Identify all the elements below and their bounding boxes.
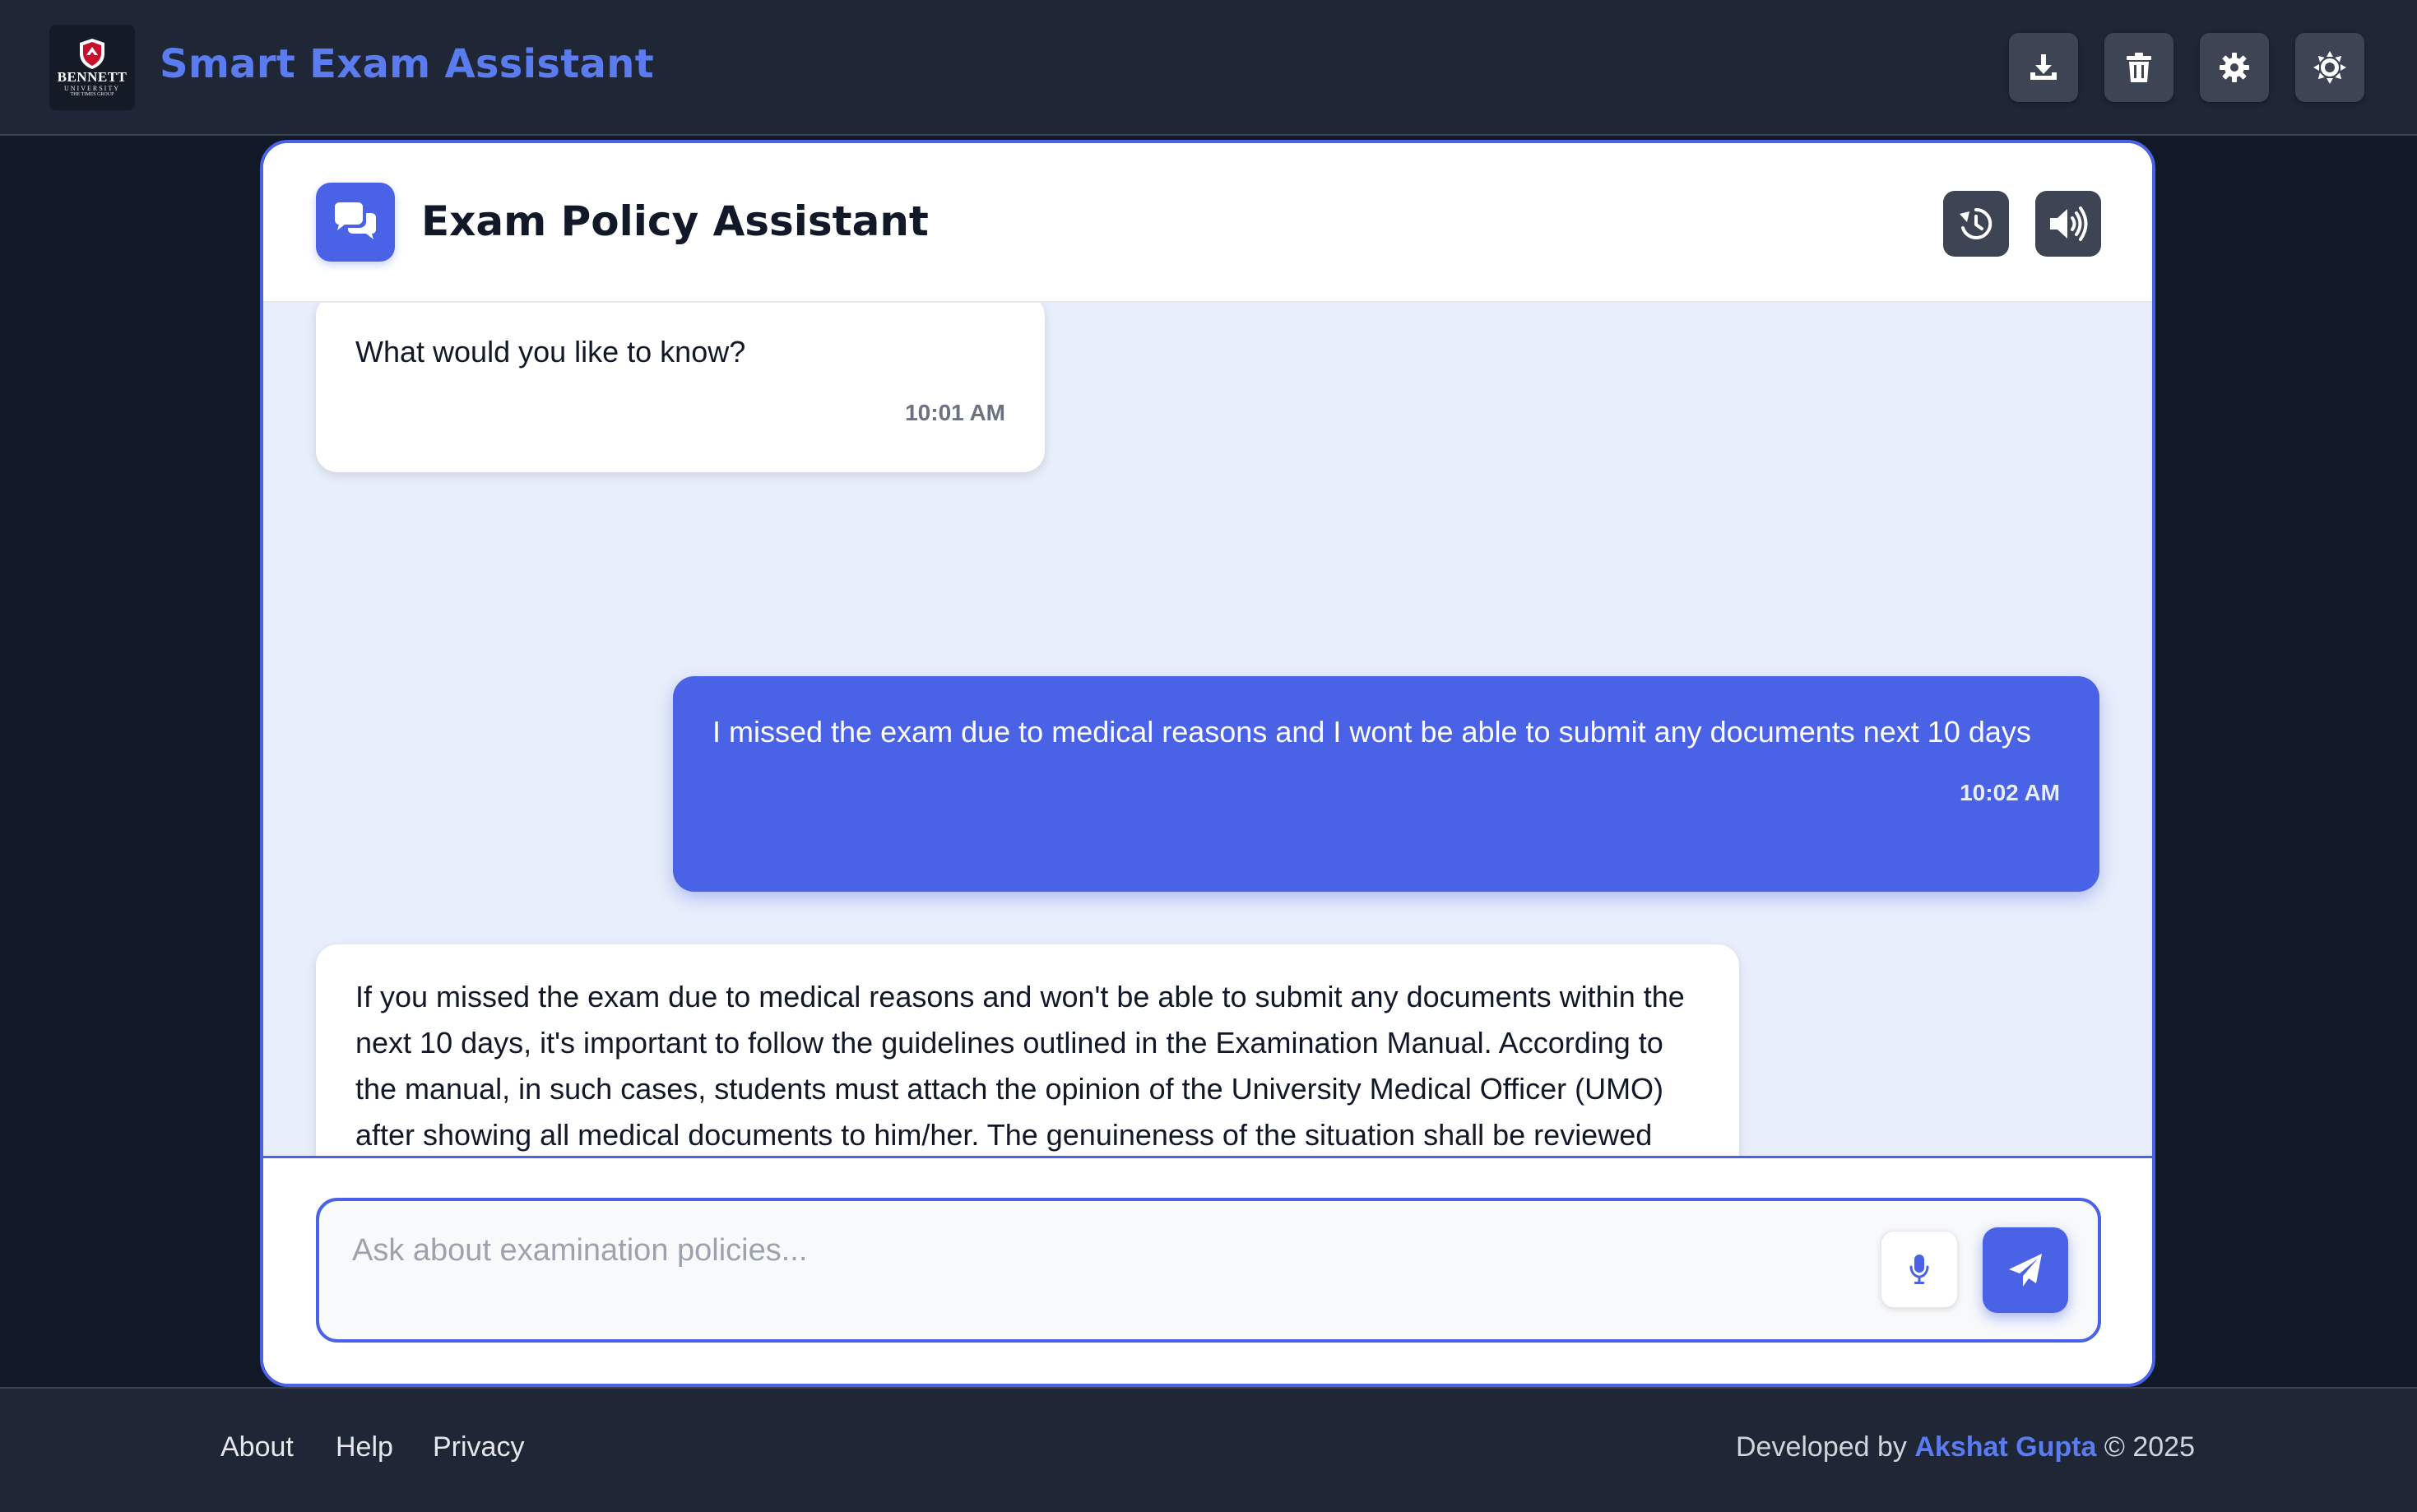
- footer-link-privacy[interactable]: Privacy: [433, 1431, 524, 1463]
- message-text: If you missed the exam due to medical re…: [355, 980, 1685, 1152]
- credit-prefix: Developed by: [1735, 1431, 1907, 1463]
- message-list[interactable]: What would you like to know? 10:01 AM I …: [263, 303, 2152, 1158]
- volume-icon: [2050, 206, 2088, 241]
- footer-link-help[interactable]: Help: [336, 1431, 393, 1463]
- gear-icon: [2220, 53, 2249, 82]
- university-logo: BENNETT UNIVERSITY THE TIMES GROUP: [49, 25, 135, 110]
- credit-copyright: © 2025: [2104, 1431, 2195, 1463]
- footer-credit: Developed by Akshat Gupta © 2025: [1736, 1431, 2195, 1463]
- chat-bubbles-icon: [335, 202, 376, 239]
- app-title: Smart Exam Assistant: [160, 41, 654, 87]
- footer-link-about[interactable]: About: [220, 1431, 294, 1463]
- shield-icon: [80, 39, 104, 69]
- sun-icon: [2313, 51, 2346, 84]
- assistant-message: If you missed the exam due to medical re…: [316, 944, 1739, 1156]
- chat-header: Exam Policy Assistant: [263, 143, 2152, 303]
- message-text: What would you like to know?: [355, 335, 746, 369]
- settings-button[interactable]: [2200, 33, 2269, 102]
- download-button[interactable]: [2009, 33, 2078, 102]
- user-message: I missed the exam due to medical reasons…: [673, 676, 2099, 892]
- voice-input-button[interactable]: [1881, 1231, 1958, 1308]
- author-link[interactable]: Akshat Gupta: [1914, 1431, 2096, 1463]
- message-text: I missed the exam due to medical reasons…: [712, 715, 2031, 749]
- message-time: 10:02 AM: [1960, 780, 2060, 805]
- download-icon: [2030, 54, 2057, 80]
- logo-wordmark: BENNETT: [57, 69, 128, 85]
- composer: [263, 1158, 2152, 1384]
- logo-subtitle-2: THE TIMES GROUP: [70, 92, 114, 97]
- top-bar: BENNETT UNIVERSITY THE TIMES GROUP Smart…: [0, 0, 2417, 136]
- read-aloud-button[interactable]: [2035, 191, 2101, 257]
- delete-button[interactable]: [2104, 33, 2173, 102]
- send-button[interactable]: [1983, 1227, 2068, 1313]
- logo-subtitle: UNIVERSITY: [64, 85, 120, 92]
- chat-title: Exam Policy Assistant: [421, 197, 929, 245]
- history-icon: [1960, 207, 1993, 239]
- trash-icon: [2127, 53, 2151, 82]
- message-input[interactable]: [352, 1226, 1751, 1275]
- chat-header-icon-box: [316, 183, 395, 262]
- history-button[interactable]: [1943, 191, 2009, 257]
- message-time: 10:01 AM: [905, 400, 1005, 425]
- footer: About Help Privacy Developed by Akshat G…: [0, 1387, 2417, 1512]
- assistant-message: What would you like to know? 10:01 AM: [316, 303, 1045, 472]
- message-input-box: [316, 1198, 2101, 1343]
- theme-toggle-button[interactable]: [2295, 33, 2364, 102]
- microphone-icon: [1909, 1255, 1929, 1284]
- paper-plane-icon: [2009, 1254, 2042, 1287]
- chat-panel: Exam Policy Assistant What would you lik…: [260, 140, 2155, 1387]
